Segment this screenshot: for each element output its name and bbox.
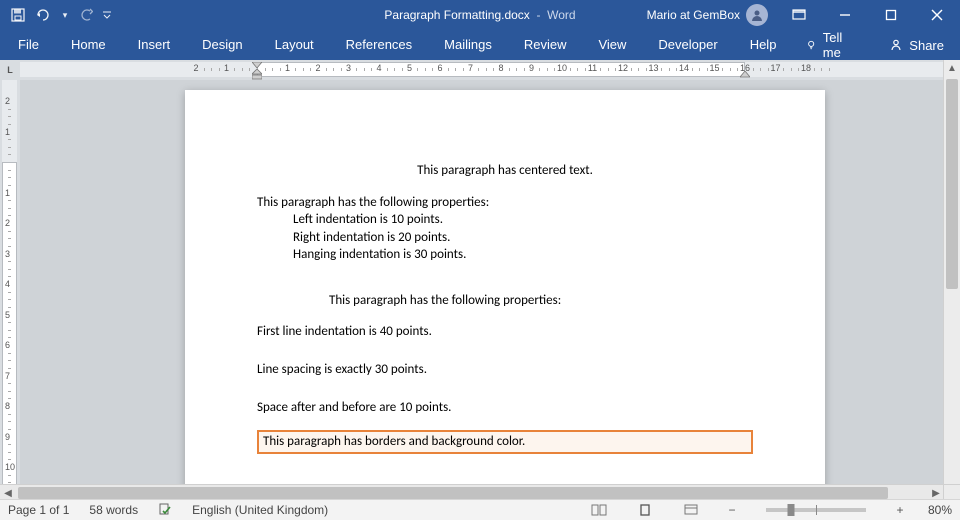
tab-design[interactable]: Design [190,30,254,60]
paragraph-firstline[interactable]: First line indentation is 40 points. [257,323,753,341]
minimize-button[interactable] [822,0,868,30]
tab-developer[interactable]: Developer [646,30,729,60]
status-language[interactable]: English (United Kingdom) [192,503,328,517]
quick-access-toolbar: ▾ [0,0,114,30]
redo-icon [79,8,93,22]
scroll-up-button[interactable]: ▲ [944,60,960,76]
zoom-slider-mid [816,505,817,515]
read-mode-icon [591,504,607,516]
status-page[interactable]: Page 1 of 1 [8,503,69,517]
view-print-layout-button[interactable] [632,500,658,520]
user-account[interactable]: Mario at GemBox [639,4,776,26]
tab-home[interactable]: Home [59,30,118,60]
vscroll-thumb[interactable] [946,79,958,289]
tab-selector[interactable]: L [0,60,20,80]
close-button[interactable] [914,0,960,30]
tab-file[interactable]: File [6,30,51,60]
avatar [746,4,768,26]
app-name: Word [547,8,575,22]
zoom-slider[interactable] [766,508,866,512]
tab-references[interactable]: References [334,30,424,60]
zoom-percent[interactable]: 80% [928,503,952,517]
doc-title: Paragraph Formatting.docx [384,8,529,22]
undo-icon [36,8,52,22]
qat-customize-button[interactable] [100,10,114,20]
chevron-down-icon [102,10,112,20]
vscroll-track[interactable] [944,76,960,484]
hscroll-thumb[interactable] [18,487,888,499]
status-proofing[interactable] [158,502,172,519]
status-wordcount[interactable]: 58 words [89,503,138,517]
paragraph-centered[interactable]: This paragraph has centered text. [257,162,753,180]
zoom-in-button[interactable]: + [892,503,908,517]
share-button[interactable]: Share [879,38,954,53]
zoom-out-button[interactable]: − [724,503,740,517]
person-icon [750,8,764,22]
share-label: Share [909,38,944,53]
maximize-icon [885,9,897,21]
vertical-scrollbar[interactable]: ▲ ▼ [943,60,960,500]
vertical-ruler[interactable]: 211234567891011 [0,80,20,500]
print-layout-icon [638,503,652,517]
tab-mailings[interactable]: Mailings [432,30,504,60]
tab-insert[interactable]: Insert [126,30,183,60]
status-bar: Page 1 of 1 58 words English (United Kin… [0,499,960,520]
undo-button[interactable] [32,3,56,27]
horizontal-ruler-row: L 21123456789101112131415161718 [0,60,960,81]
paragraph-props-head[interactable]: This paragraph has the following propert… [257,194,753,212]
web-layout-icon [684,504,698,516]
document-editing-area: 211234567891011 This paragraph has cente… [0,80,944,500]
save-button[interactable] [6,3,30,27]
page-content[interactable]: This paragraph has centered text. This p… [257,162,753,454]
tab-layout[interactable]: Layout [263,30,326,60]
user-name: Mario at GemBox [647,8,740,22]
page-canvas[interactable]: This paragraph has centered text. This p… [20,80,944,500]
tell-me-button[interactable]: Tell me [796,30,863,60]
maximize-button[interactable] [868,0,914,30]
hanging-indent-marker[interactable] [252,69,262,79]
close-icon [931,9,943,21]
paragraph-bordered[interactable]: This paragraph has borders and backgroun… [257,430,753,454]
paragraph-linespace[interactable]: Line spacing is exactly 30 points. [257,355,753,385]
ribbon-tabs: File Home Insert Design Layout Reference… [0,30,960,60]
redo-button[interactable] [74,3,98,27]
title-bar: ▾ Paragraph Formatting.docx - Word Mario… [0,0,960,30]
ribbon-options-icon [792,9,806,21]
share-icon [889,38,903,52]
ribbon-display-options-button[interactable] [776,0,822,30]
undo-dropdown[interactable]: ▾ [58,10,72,21]
tell-me-label: Tell me [823,30,854,60]
right-indent-marker[interactable] [740,69,750,79]
paragraph-li-2[interactable]: Right indentation is 20 points. [257,229,753,247]
zoom-slider-knob[interactable] [787,504,794,516]
view-web-layout-button[interactable] [678,500,704,520]
paragraph-li-3[interactable]: Hanging indentation is 30 points. [257,246,753,264]
paragraph-li-1[interactable]: Left indentation is 10 points. [257,211,753,229]
tab-help[interactable]: Help [738,30,789,60]
save-icon [11,8,25,22]
view-read-mode-button[interactable] [586,500,612,520]
minimize-icon [839,9,851,21]
proofing-icon [158,502,172,516]
tab-review[interactable]: Review [512,30,579,60]
document-page[interactable]: This paragraph has centered text. This p… [185,90,825,500]
horizontal-ruler[interactable]: 21123456789101112131415161718 [20,60,960,80]
lightbulb-icon [806,38,816,52]
paragraph-props-head-2[interactable]: This paragraph has the following propert… [329,292,753,310]
tab-view[interactable]: View [586,30,638,60]
paragraph-spacing[interactable]: Space after and before are 10 points. [257,399,753,417]
